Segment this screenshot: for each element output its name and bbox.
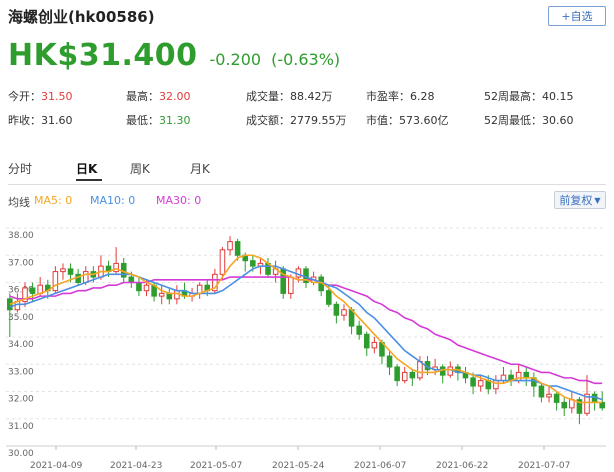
y-tick-label: 37.00 [8, 258, 34, 268]
candle-body [599, 401, 605, 409]
stat-open: 今开：31.50 [8, 90, 73, 103]
x-tick-label: 2021-04-23 [110, 461, 162, 471]
stat-52w-low: 52周最低：30.60 [484, 114, 574, 127]
candle-body [561, 401, 568, 409]
candle-body [401, 371, 408, 382]
stat-high-value: 32.00 [159, 90, 191, 103]
candle-body [67, 268, 74, 275]
stat-52w-low-value: 30.60 [542, 114, 574, 127]
stat-pe: 市盈率：6.28 [366, 90, 435, 103]
ma-legend: 均线 MA5: 0 MA10: 0 MA30: 0 前复权 ▼ [8, 191, 606, 210]
candle-body [143, 284, 150, 292]
candle-body [166, 292, 173, 300]
candle-body [113, 262, 119, 273]
candle-body [333, 303, 340, 316]
add-to-watchlist-button[interactable]: +自选 [548, 6, 606, 26]
ma10-legend: MA10: 0 [90, 194, 136, 207]
x-tick-label: 2021-06-22 [436, 461, 488, 471]
candle-body [386, 355, 393, 368]
candle-body [158, 292, 165, 297]
candle-body [219, 249, 226, 275]
stat-52w-high-value: 40.15 [542, 90, 574, 103]
tab-daily-k[interactable]: 日K [76, 160, 97, 177]
stock-title: 海螺创业(hk00586) [8, 8, 155, 26]
candle-body [234, 241, 241, 256]
stat-volume: 成交量：88.42万 [246, 90, 333, 103]
candle-body [477, 380, 484, 387]
stat-open-value: 31.50 [41, 90, 73, 103]
x-tick-label: 2021-04-09 [30, 461, 83, 471]
tab-intraday[interactable]: 分时 [8, 160, 32, 177]
candle-body [136, 282, 142, 292]
stat-52w-high: 52周最高：40.15 [484, 90, 574, 103]
candle-body [60, 268, 66, 273]
candle-body [493, 380, 499, 390]
candle-body [523, 371, 530, 379]
candle-body [29, 287, 36, 294]
x-tick-label: 2021-05-07 [190, 461, 242, 471]
candle-body [371, 341, 378, 349]
stat-turnover-value: 2779.55万 [290, 114, 347, 127]
candle-body [553, 393, 560, 403]
price-adjust-label: 前复权 [559, 194, 593, 207]
ma-legend-label: 均线 [8, 196, 30, 209]
candle-body [82, 271, 89, 283]
candle-body [341, 309, 347, 316]
stat-pe-value: 6.28 [410, 90, 435, 103]
candle-body [356, 325, 362, 335]
tab-weekly-k[interactable]: 周K [130, 160, 150, 177]
active-tab-indicator [76, 179, 102, 181]
stock-header: 海螺创业(hk00586) +自选 [8, 6, 606, 30]
y-tick-label: 35.00 [8, 313, 34, 323]
stat-prev-close-value: 31.60 [41, 114, 73, 127]
candle-body [538, 385, 545, 398]
y-tick-label: 32.00 [8, 395, 34, 405]
kline-chart[interactable]: 38.0037.0036.0035.0034.0033.0032.0031.00… [0, 218, 614, 472]
x-tick-label: 2021-07-07 [518, 461, 570, 471]
stat-turnover: 成交额：2779.55万 [246, 114, 347, 127]
stat-high: 最高：32.00 [126, 90, 191, 103]
candle-body [363, 333, 370, 349]
tabs-divider [8, 184, 606, 185]
candle-body [394, 366, 400, 382]
stat-low: 最低：31.30 [126, 114, 191, 127]
candle-body [409, 371, 416, 379]
candle-body [515, 371, 522, 382]
price-change-percent: (-0.63%) [271, 50, 341, 69]
ma5-legend: MA5: 0 [34, 194, 73, 207]
candle-body [470, 377, 476, 387]
price-row: HK$31.400 -0.200 (-0.63%) [8, 38, 340, 78]
candle-body [326, 290, 332, 305]
tab-monthly-k[interactable]: 月K [190, 160, 210, 177]
ma30-legend: MA30: 0 [156, 194, 202, 207]
stat-prev-close: 昨收：31.60 [8, 114, 73, 127]
ma30-line [9, 276, 603, 385]
candle-body [500, 374, 507, 382]
stat-low-value: 31.30 [159, 114, 191, 127]
candle-body [417, 361, 423, 379]
y-tick-label: 33.00 [8, 367, 34, 377]
price-change: -0.200 [209, 50, 262, 69]
candle-body [250, 260, 256, 267]
stat-market-cap-value: 573.60亿 [399, 114, 449, 127]
y-tick-label: 38.00 [8, 231, 34, 241]
candle-body [546, 393, 552, 398]
candle-body [52, 271, 59, 292]
price-adjust-dropdown[interactable]: 前复权 ▼ [554, 191, 606, 209]
chart-period-tabs: 分时 日K 周K 月K [8, 160, 606, 185]
stat-market-cap: 市值：573.60亿 [366, 114, 449, 127]
y-tick-label: 31.00 [8, 422, 34, 432]
candle-body [227, 241, 233, 251]
current-price: HK$31.400 [8, 38, 198, 73]
chevron-down-icon: ▼ [594, 195, 601, 205]
candle-body [128, 276, 135, 283]
stat-volume-value: 88.42万 [290, 90, 333, 103]
x-tick-label: 2021-05-24 [272, 461, 325, 471]
x-tick-label: 2021-06-07 [354, 461, 406, 471]
y-tick-label: 30.00 [8, 449, 34, 459]
y-tick-label: 34.00 [8, 340, 34, 350]
candle-body [288, 276, 294, 294]
